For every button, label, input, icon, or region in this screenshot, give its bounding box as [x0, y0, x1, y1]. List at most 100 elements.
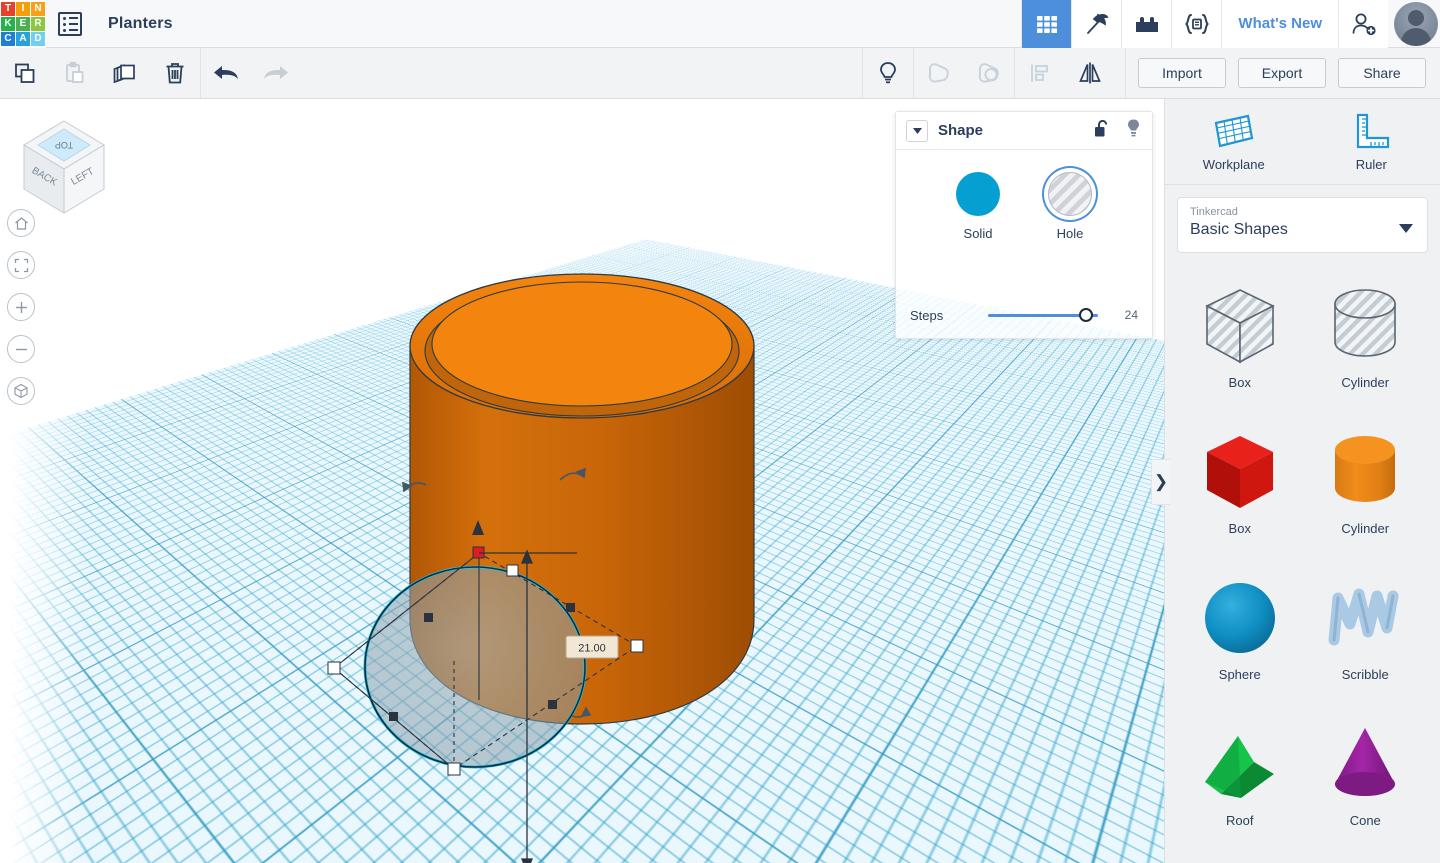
logo-letter: T: [1, 1, 15, 16]
zoom-in-icon[interactable]: [7, 293, 35, 321]
cylinder-hole-icon: [1319, 277, 1411, 375]
chevron-down-icon[interactable]: [906, 119, 928, 142]
steps-slider[interactable]: [988, 307, 1098, 323]
add-person-icon[interactable]: [1338, 0, 1388, 48]
logo-letter: R: [31, 16, 45, 31]
shape-item-scribble[interactable]: Scribble: [1305, 561, 1427, 701]
shape-item-label: Sphere: [1218, 667, 1261, 682]
shape-properties-panel: Shape Solid Hole Steps 24: [895, 111, 1153, 339]
library-select[interactable]: Tinkercad Basic Shapes: [1177, 197, 1428, 253]
align-icon[interactable]: [1015, 48, 1065, 98]
share-button[interactable]: Share: [1338, 58, 1426, 88]
scribble-icon: [1319, 569, 1411, 667]
shape-library-grid: Box Cylinder Box Cylinder Sphere Scribbl…: [1165, 263, 1440, 863]
library-select-wrap: Tinkercad Basic Shapes: [1165, 185, 1440, 263]
grid-view-icon[interactable]: [1021, 0, 1072, 48]
toolbar-divider: [1125, 48, 1126, 98]
edit-toolbar-right: Import Export Share: [862, 48, 1440, 98]
collapse-panel-button[interactable]: ❯: [1151, 459, 1170, 505]
copy-icon[interactable]: [0, 48, 50, 98]
logo-letter: K: [1, 16, 15, 31]
solid-mode-option[interactable]: Solid: [956, 172, 1000, 241]
logo-letter-grid: TIN KER CAD: [1, 1, 45, 46]
pickaxe-icon[interactable]: [1071, 0, 1122, 48]
sidebar-tool-label: Workplane: [1202, 157, 1265, 172]
delete-icon[interactable]: [150, 48, 200, 98]
paste-icon[interactable]: [50, 48, 100, 98]
ortho-view-icon[interactable]: [7, 377, 35, 405]
shape-item-dome[interactable]: [1179, 853, 1301, 863]
shape-item-label: Cylinder: [1341, 521, 1390, 536]
import-button[interactable]: Import: [1138, 58, 1226, 88]
shape-item-box-hole[interactable]: Box: [1179, 269, 1301, 409]
export-button[interactable]: Export: [1238, 58, 1326, 88]
shape-item-label: Roof: [1226, 813, 1254, 828]
ungroup-icon[interactable]: [964, 48, 1014, 98]
logo-letter: N: [31, 1, 45, 16]
shape-item-roof[interactable]: Roof: [1179, 707, 1301, 847]
shape-item-cylinder-solid[interactable]: Cylinder: [1305, 415, 1427, 555]
library-collection-label: Basic Shapes: [1190, 221, 1288, 238]
duplicate-icon[interactable]: [100, 48, 150, 98]
tinkercad-logo[interactable]: TIN KER CAD: [0, 0, 46, 48]
lightbulb-icon[interactable]: [863, 48, 913, 98]
mirror-icon[interactable]: [1065, 48, 1115, 98]
lightbulb-icon[interactable]: [1125, 118, 1142, 143]
whats-new-button[interactable]: What's New: [1221, 0, 1338, 48]
hole-label: Hole: [1056, 226, 1084, 241]
roof-icon: [1194, 715, 1286, 813]
undo-icon[interactable]: [201, 48, 251, 98]
shape-mode-row: Solid Hole: [896, 172, 1152, 241]
cone-icon: [1319, 715, 1411, 813]
shape-item-label: Box: [1228, 375, 1251, 390]
sidebar-tools: Workplane Ruler: [1165, 99, 1440, 185]
sidebar-tool-workplane[interactable]: Workplane: [1165, 99, 1303, 184]
shape-panel-body: Solid Hole Steps 24: [896, 150, 1152, 339]
shape-item-cylinder-hole[interactable]: Cylinder: [1305, 269, 1427, 409]
shape-item-label: Cone: [1349, 813, 1381, 828]
shape-item-sphere[interactable]: Sphere: [1179, 561, 1301, 701]
shape-item-label: Cylinder: [1341, 375, 1390, 390]
shape-item-box-solid[interactable]: Box: [1179, 415, 1301, 555]
solid-swatch[interactable]: [956, 172, 1000, 216]
shape-item-cone[interactable]: Cone: [1305, 707, 1427, 847]
group-icon[interactable]: [914, 48, 964, 98]
steps-label: Steps: [910, 307, 944, 323]
logo-letter: A: [16, 31, 30, 46]
box-hole-icon: [1194, 277, 1286, 375]
redo-icon[interactable]: [251, 48, 301, 98]
sphere-icon: [1194, 569, 1286, 667]
avatar[interactable]: [1394, 1, 1438, 46]
page-title: Planters: [108, 14, 173, 32]
codeblocks-icon[interactable]: [1171, 0, 1222, 48]
sidebar-tool-label: Ruler: [1355, 157, 1387, 172]
brick-icon[interactable]: [1121, 0, 1172, 48]
steps-value: 24: [1124, 308, 1138, 322]
shapes-sidebar: Workplane Ruler Tinkercad Basic Shapes B…: [1164, 99, 1440, 863]
steps-slider-knob[interactable]: [1079, 308, 1094, 322]
home-icon[interactable]: [7, 209, 35, 237]
sidebar-tool-ruler[interactable]: Ruler: [1303, 99, 1440, 184]
shape-panel-actions: [1094, 118, 1142, 143]
box-solid-icon: [1194, 423, 1286, 521]
library-group-label: Tinkercad: [1190, 206, 1238, 218]
logo-letter: I: [16, 1, 30, 16]
view-cube-top-label: TOP: [55, 140, 73, 150]
shape-item-wedge[interactable]: [1305, 853, 1427, 863]
unlocked-padlock-icon[interactable]: [1094, 119, 1111, 143]
view-cube[interactable]: TOP BACK LEFT: [18, 113, 110, 221]
fit-view-icon[interactable]: [7, 251, 35, 279]
solid-label: Solid: [963, 226, 993, 241]
logo-letter: C: [1, 31, 15, 46]
zoom-out-icon[interactable]: [7, 335, 35, 363]
hole-mode-option[interactable]: Hole: [1048, 172, 1092, 241]
cylinder-solid-icon: [1319, 423, 1411, 521]
hole-swatch[interactable]: [1048, 172, 1092, 216]
top-bar: TIN KER CAD Planters What's New: [0, 0, 1440, 48]
logo-letter: D: [31, 31, 45, 46]
logo-letter: E: [16, 16, 30, 31]
chevron-down-icon[interactable]: [1399, 220, 1413, 238]
shape-item-label: Box: [1228, 521, 1251, 536]
shape-item-label: Scribble: [1341, 667, 1389, 682]
project-list-button[interactable]: [46, 0, 94, 48]
